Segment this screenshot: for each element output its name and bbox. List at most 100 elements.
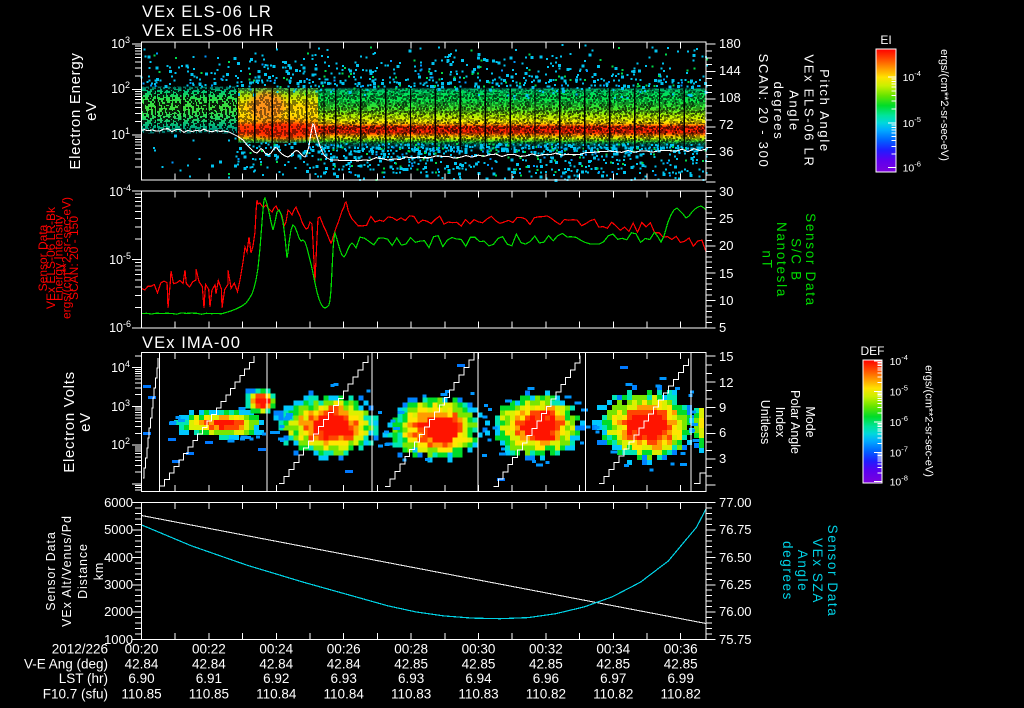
svg-text:76.00: 76.00 (719, 604, 752, 619)
svg-text:77.00: 77.00 (719, 495, 752, 510)
svg-text:Pitch Angle: Pitch Angle (817, 69, 832, 153)
svg-text:Sensor Data: Sensor Data (825, 525, 840, 618)
svg-text:DEF: DEF (861, 344, 885, 358)
svg-text:12: 12 (719, 375, 733, 390)
svg-text:VEx ELS-06 LR: VEx ELS-06 LR (142, 3, 272, 21)
svg-text:Angle: Angle (786, 90, 801, 132)
svg-text:10: 10 (719, 293, 733, 308)
svg-text:5: 5 (719, 320, 726, 335)
svg-text:110.82: 110.82 (593, 687, 633, 702)
svg-text:Sensor Data: Sensor Data (44, 531, 58, 610)
svg-text:Distance: Distance (76, 543, 90, 599)
svg-text:00:32: 00:32 (529, 642, 563, 657)
svg-text:36: 36 (719, 144, 733, 159)
svg-text:72: 72 (719, 117, 733, 132)
svg-text:15: 15 (719, 266, 733, 281)
svg-text:Mode: Mode (803, 406, 817, 437)
svg-text:110.83: 110.83 (458, 687, 498, 702)
svg-text:Angle: Angle (795, 550, 810, 593)
svg-text:76.25: 76.25 (719, 577, 752, 592)
svg-text:76.75: 76.75 (719, 522, 752, 537)
svg-text:6.94: 6.94 (465, 671, 492, 686)
svg-text:42.85: 42.85 (529, 656, 563, 671)
svg-text:eV: eV (77, 412, 94, 432)
svg-text:SCAN: 20 - 150: SCAN: 20 - 150 (67, 216, 81, 300)
svg-text:ergs/(cm**2-sr-sec-eV): ergs/(cm**2-sr-sec-eV) (923, 365, 935, 477)
svg-text:00:26: 00:26 (327, 642, 361, 657)
svg-text:Electron Volts: Electron Volts (61, 371, 78, 473)
svg-text:6000: 6000 (104, 495, 133, 510)
svg-text:SCAN: 20 - 300: SCAN: 20 - 300 (756, 54, 771, 169)
svg-text:110.85: 110.85 (189, 687, 229, 702)
svg-text:00:36: 00:36 (664, 642, 698, 657)
svg-text:110.82: 110.82 (661, 687, 701, 702)
svg-text:6.99: 6.99 (668, 671, 694, 686)
svg-text:6: 6 (719, 425, 726, 440)
svg-text:V-E Ang (deg): V-E Ang (deg) (24, 656, 108, 671)
svg-text:30: 30 (719, 184, 733, 199)
svg-text:3000: 3000 (104, 577, 133, 592)
svg-text:110.83: 110.83 (391, 687, 431, 702)
svg-text:6.92: 6.92 (263, 671, 289, 686)
svg-text:2012/226: 2012/226 (52, 642, 108, 657)
svg-text:Unitless: Unitless (758, 400, 772, 444)
svg-text:108: 108 (719, 90, 741, 105)
svg-text:110.84: 110.84 (324, 687, 365, 702)
svg-text:00:24: 00:24 (259, 642, 293, 657)
svg-text:42.84: 42.84 (192, 656, 226, 671)
svg-text:42.85: 42.85 (394, 656, 428, 671)
svg-text:00:22: 00:22 (192, 642, 226, 657)
svg-text:ergs/(cm**2-sr-sec-eV): ergs/(cm**2-sr-sec-eV) (938, 49, 950, 161)
svg-text:EI: EI (880, 33, 891, 47)
svg-text:42.85: 42.85 (462, 656, 496, 671)
svg-text:110.85: 110.85 (121, 687, 161, 702)
svg-text:42.85: 42.85 (596, 656, 630, 671)
svg-text:6.93: 6.93 (398, 671, 424, 686)
svg-text:Electron Energy: Electron Energy (67, 52, 84, 169)
svg-text:Nanotesla: Nanotesla (774, 222, 789, 298)
svg-text:144: 144 (719, 63, 741, 78)
svg-text:km: km (92, 562, 106, 580)
svg-text:9: 9 (719, 400, 726, 415)
svg-text:LST (hr): LST (hr) (59, 671, 108, 686)
svg-text:00:20: 00:20 (125, 642, 159, 657)
svg-text:VEx IMA-00: VEx IMA-00 (142, 334, 241, 352)
svg-text:6.97: 6.97 (600, 671, 626, 686)
svg-text:76.50: 76.50 (719, 550, 752, 565)
svg-text:3: 3 (719, 451, 726, 466)
svg-text:F10.7 (sfu): F10.7 (sfu) (43, 687, 108, 702)
svg-text:2000: 2000 (104, 604, 133, 619)
svg-text:nT: nT (760, 250, 775, 269)
svg-text:eV: eV (83, 101, 100, 121)
svg-text:180: 180 (719, 36, 741, 51)
svg-text:42.85: 42.85 (664, 656, 698, 671)
svg-text:4000: 4000 (104, 550, 133, 565)
svg-text:00:34: 00:34 (596, 642, 630, 657)
svg-text:6.96: 6.96 (533, 671, 559, 686)
svg-text:VEx ELS-06 LR: VEx ELS-06 LR (802, 54, 817, 167)
svg-text:25: 25 (719, 211, 733, 226)
svg-text:VEx Alt/Venus/Pd: VEx Alt/Venus/Pd (60, 515, 74, 627)
svg-text:75.75: 75.75 (719, 632, 752, 647)
svg-text:110.82: 110.82 (526, 687, 566, 702)
svg-text:15: 15 (719, 349, 733, 364)
svg-text:Index: Index (773, 407, 787, 438)
svg-text:20: 20 (719, 238, 733, 253)
svg-text:00:28: 00:28 (394, 642, 428, 657)
svg-text:42.84: 42.84 (259, 656, 293, 671)
svg-text:110.84: 110.84 (256, 687, 297, 702)
svg-text:6.93: 6.93 (331, 671, 357, 686)
svg-text:degrees: degrees (780, 541, 795, 601)
svg-text:6.90: 6.90 (128, 671, 154, 686)
svg-text:6.91: 6.91 (196, 671, 222, 686)
svg-text:VEx ELS-06 HR: VEx ELS-06 HR (142, 22, 275, 40)
svg-text:42.84: 42.84 (327, 656, 361, 671)
svg-text:5000: 5000 (104, 522, 133, 537)
svg-text:Polar Angle: Polar Angle (788, 390, 802, 454)
svg-text:VEx SZA: VEx SZA (810, 538, 825, 604)
svg-text:degrees: degrees (771, 82, 786, 141)
svg-text:42.84: 42.84 (125, 656, 159, 671)
svg-text:00:30: 00:30 (462, 642, 496, 657)
svg-text:Sensor Data: Sensor Data (803, 213, 818, 307)
svg-text:S/C B: S/C B (789, 238, 804, 282)
